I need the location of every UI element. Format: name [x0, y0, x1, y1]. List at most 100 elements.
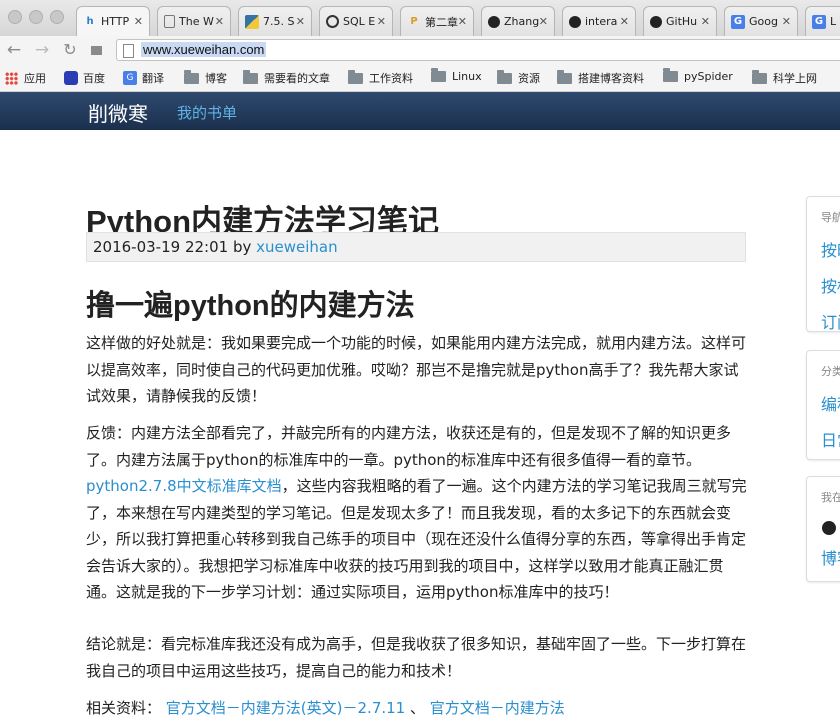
- bookmark-label: 应用: [24, 72, 46, 85]
- google-translate-icon: G: [731, 14, 745, 29]
- tab-the-w[interactable]: The W ✕: [157, 6, 231, 36]
- url-text: www.xueweihan.com: [141, 42, 267, 57]
- github-icon: [650, 15, 662, 28]
- browser-toolbar: ← → ↻ www.xueweihan.com: [0, 36, 840, 64]
- sidebar-panel-nav: 导航 按时 按标 订阅: [806, 196, 840, 332]
- bookmark-folder-articles[interactable]: 需要看的文章: [243, 69, 330, 86]
- folder-icon: [431, 68, 446, 82]
- page-icon: [123, 44, 134, 58]
- related-link-en[interactable]: 官方文档－内建方法(英文)－2.7.11: [166, 699, 405, 717]
- forward-button[interactable]: →: [32, 40, 52, 60]
- back-button[interactable]: ←: [4, 40, 24, 60]
- close-icon[interactable]: ✕: [134, 15, 143, 28]
- sidebar-link[interactable]: 按时: [821, 237, 840, 261]
- folder-icon: [497, 69, 512, 84]
- tab-http[interactable]: h HTTP ✕: [76, 6, 150, 36]
- home-button[interactable]: [86, 40, 106, 60]
- close-icon[interactable]: ✕: [782, 15, 791, 28]
- paragraph-conclusion: 结论就是：看完标准库我还没有成为高手，但是我收获了很多知识，基础牢固了一些。下一…: [86, 635, 747, 680]
- page-icon: [164, 15, 175, 28]
- paragraph-intro: 这样做的好处就是：我如果要完成一个功能的时候，如果能用内建方法完成，就用内建方法…: [86, 334, 747, 405]
- folder-icon: [557, 69, 572, 84]
- zoom-window-button[interactable]: [50, 10, 64, 24]
- close-icon[interactable]: ✕: [215, 15, 224, 28]
- tab-sql[interactable]: SQL E ✕: [319, 6, 393, 36]
- tab-intera[interactable]: intera ✕: [562, 6, 636, 36]
- bookmark-label: 科学上网: [773, 72, 817, 85]
- baidu-icon: [64, 71, 78, 85]
- bookmark-apps[interactable]: 应用: [5, 70, 46, 86]
- tab-zhang[interactable]: Zhang ✕: [481, 6, 555, 36]
- stdlib-docs-link[interactable]: python2.7.8中文标准库文档: [86, 477, 282, 495]
- bookmark-folder-pyspider[interactable]: pySpider: [663, 68, 733, 83]
- nav-link-booklist[interactable]: 我的书单: [177, 102, 237, 123]
- bookmark-baidu[interactable]: 百度: [64, 70, 105, 86]
- bookmark-label: Linux: [452, 70, 482, 83]
- site-brand[interactable]: 削微寒: [88, 98, 148, 127]
- bookmark-label: 需要看的文章: [264, 72, 330, 85]
- sidebar-link[interactable]: 按标: [821, 273, 840, 297]
- sidebar-link[interactable]: 博客: [821, 545, 840, 569]
- bookmark-translate[interactable]: G 翻译: [123, 70, 164, 86]
- apps-icon: [5, 71, 18, 85]
- close-icon[interactable]: ✕: [539, 15, 548, 28]
- sidebar-link[interactable]: 日常: [821, 427, 840, 451]
- bookmark-label: 搭建博客资料: [578, 72, 644, 85]
- hm-icon: h: [86, 16, 94, 27]
- bookmark-folder-blog-setup[interactable]: 搭建博客资料: [557, 69, 644, 86]
- close-icon[interactable]: ✕: [458, 15, 467, 28]
- bookmark-label: 博客: [205, 72, 227, 85]
- article-meta: 2016-03-19 22:01 by xueweihan: [86, 232, 746, 262]
- tab-list: h HTTP ✕ The W ✕ 7.5. S ✕ SQL E ✕ P 第二章 …: [76, 6, 840, 36]
- close-icon[interactable]: ✕: [296, 15, 305, 28]
- bookmark-folder-science[interactable]: 科学上网: [752, 69, 817, 86]
- sidebar-link[interactable]: 编程: [821, 391, 840, 415]
- sidebar-link[interactable]: 订阅: [821, 309, 840, 333]
- sidebar-panel-categories: 分类 编程 日常: [806, 350, 840, 460]
- related-link-cn[interactable]: 官方文档－内建方法: [430, 699, 565, 717]
- bookmark-folder-work[interactable]: 工作资料: [348, 69, 413, 86]
- bookmark-label: 翻译: [142, 72, 164, 85]
- tab-google[interactable]: G Goog ✕: [724, 6, 798, 36]
- bookmark-folder-linux[interactable]: Linux: [431, 68, 482, 83]
- close-icon[interactable]: ✕: [377, 15, 386, 28]
- tab-label: L: [830, 15, 837, 28]
- section-heading: 撸一遍python的内建方法: [86, 290, 415, 322]
- folder-icon: [752, 69, 767, 84]
- site-header: 削微寒 我的书单: [0, 92, 840, 130]
- sql-icon: [326, 15, 339, 28]
- tab-python-docs[interactable]: 7.5. S ✕: [238, 6, 312, 36]
- panel-heading: 我在: [821, 491, 840, 504]
- bookmark-label: 百度: [83, 72, 105, 85]
- folder-icon: [663, 68, 678, 82]
- close-icon[interactable]: ✕: [620, 15, 629, 28]
- reload-button[interactable]: ↻: [60, 40, 80, 60]
- bookmark-folder-resources[interactable]: 资源: [497, 69, 540, 86]
- github-icon: [569, 15, 581, 28]
- tab-l[interactable]: G L: [805, 6, 840, 36]
- sidebar-panel-elsewhere: 我在 博客: [806, 476, 840, 582]
- close-icon[interactable]: ✕: [701, 15, 710, 28]
- tab-github[interactable]: GitHu ✕: [643, 6, 717, 36]
- bookmark-label: pySpider: [684, 70, 733, 83]
- github-icon[interactable]: [822, 521, 836, 535]
- github-icon: [488, 15, 500, 28]
- python-icon: [245, 14, 259, 29]
- tab-strip: h HTTP ✕ The W ✕ 7.5. S ✕ SQL E ✕ P 第二章 …: [0, 0, 840, 37]
- minimize-window-button[interactable]: [29, 10, 43, 24]
- feedback-text-end: ，这些内容我粗略的看了一遍。这个内建方法的学习笔记我周三就写完了，本来想在写内建…: [86, 477, 747, 601]
- author-link[interactable]: xueweihan: [256, 238, 337, 256]
- post-by: by: [232, 238, 252, 256]
- translate-icon: G: [123, 71, 137, 85]
- bookmark-label: 工作资料: [369, 72, 413, 85]
- p-icon: P: [410, 16, 418, 27]
- bookmark-folder-blog[interactable]: 博客: [184, 69, 227, 86]
- related-label: 相关资料：: [86, 699, 162, 717]
- tab-chapter-two[interactable]: P 第二章 ✕: [400, 6, 474, 36]
- panel-heading: 分类: [821, 365, 840, 378]
- address-bar[interactable]: www.xueweihan.com: [116, 39, 840, 61]
- bookmarks-bar: 应用 百度 G 翻译 博客 需要看的文章 工作资料 Linux 资源 搭建博客资…: [0, 64, 840, 92]
- post-date: 2016-03-19 22:01: [93, 238, 229, 256]
- feedback-text-start: 反馈：内建方法全部看完了，并敲完所有的内建方法，收获还是有的，但是发现不了解的知…: [86, 424, 732, 469]
- close-window-button[interactable]: [8, 10, 22, 24]
